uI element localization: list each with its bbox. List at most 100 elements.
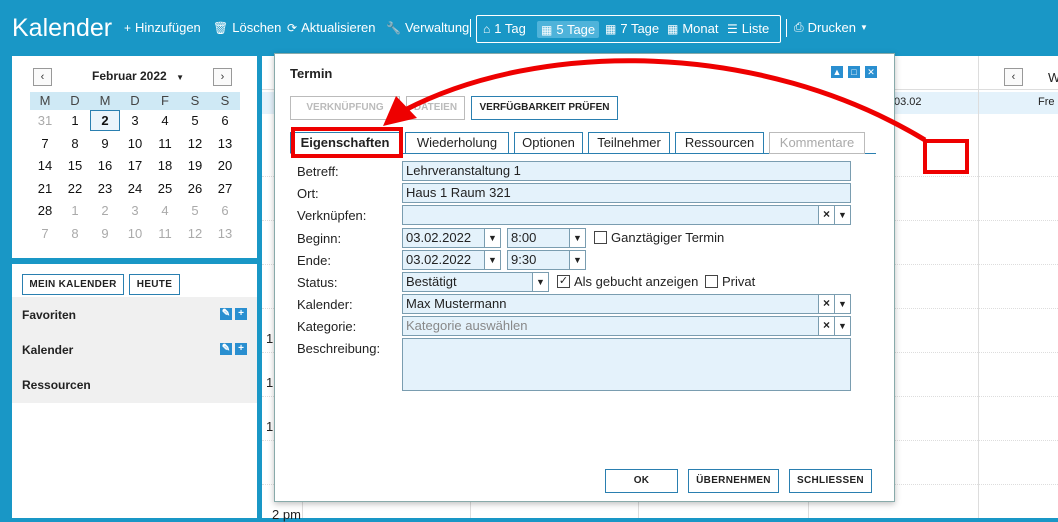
description-textarea[interactable] — [402, 338, 851, 391]
month-selector[interactable]: Februar 2022 ▼ — [92, 69, 184, 83]
day-cell[interactable]: 21 — [30, 178, 60, 201]
day-cell[interactable]: 10 — [120, 223, 150, 246]
day-cell[interactable]: 11 — [150, 223, 180, 246]
view-month-button[interactable]: ▦ Monat — [667, 21, 718, 36]
day-cell[interactable]: 7 — [30, 133, 60, 156]
tab-resources[interactable]: Ressourcen — [675, 132, 764, 154]
chevron-down-icon[interactable]: ▼ — [484, 229, 500, 247]
day-cell[interactable]: 5 — [180, 200, 210, 223]
print-button[interactable]: ⎙ Drucken ▼ — [794, 20, 868, 35]
link-button[interactable]: VERKNÜPFUNG — [290, 96, 400, 120]
start-date-input[interactable]: 03.02.2022 ▼ — [402, 228, 501, 248]
favorites-section[interactable]: Favoriten ✎ + — [12, 297, 257, 333]
day-cell[interactable]: 1 — [60, 200, 90, 223]
day-cell[interactable]: 14 — [30, 155, 60, 178]
day-cell[interactable]: 5 — [180, 110, 210, 133]
calendar-select[interactable]: Max Mustermann × ▼ — [402, 294, 851, 314]
clear-icon[interactable]: × — [818, 295, 834, 313]
close-button[interactable]: SCHLIESSEN — [789, 469, 872, 493]
apply-button[interactable]: ÜBERNEHMEN — [688, 469, 779, 493]
day-cell[interactable]: 2 — [90, 200, 120, 223]
add-button[interactable]: + Hinzufügen — [124, 20, 201, 35]
day-cell[interactable]: 4 — [150, 200, 180, 223]
view-1day-button[interactable]: ⌂ 1 Tag — [483, 21, 526, 36]
tab-comments[interactable]: Kommentare — [769, 132, 865, 154]
day-cell[interactable]: 3 — [120, 110, 150, 133]
day-cell-selected[interactable]: 2 — [90, 110, 120, 131]
day-cell[interactable]: 13 — [210, 133, 240, 156]
check-availability-button[interactable]: VERFÜGBARKEIT PRÜFEN — [471, 96, 618, 120]
chevron-down-icon[interactable]: ▼ — [532, 273, 548, 291]
view-5day-button[interactable]: ▦ 5 Tage — [537, 21, 600, 38]
chevron-down-icon[interactable]: ▼ — [484, 251, 500, 269]
clear-icon[interactable]: × — [818, 317, 834, 335]
day-cell[interactable]: 9 — [90, 133, 120, 156]
refresh-button[interactable]: ⟳ Aktualisieren — [287, 20, 376, 35]
day-cell[interactable]: 28 — [30, 200, 60, 223]
my-calendar-button[interactable]: MEIN KALENDER — [22, 274, 124, 295]
chevron-down-icon[interactable]: ▼ — [834, 317, 850, 335]
tab-recurrence[interactable]: Wiederholung — [405, 132, 509, 154]
status-select[interactable]: Bestätigt ▼ — [402, 272, 549, 292]
day-cell[interactable]: 31 — [30, 110, 60, 133]
next-month-button[interactable]: › — [213, 68, 232, 86]
day-cell[interactable]: 20 — [210, 155, 240, 178]
resources-section[interactable]: Ressourcen — [12, 367, 257, 403]
day-cell[interactable]: 6 — [210, 110, 240, 133]
chevron-down-icon[interactable]: ▼ — [569, 229, 585, 247]
view-list-button[interactable]: ☰ Liste — [727, 21, 769, 36]
day-cell[interactable]: 11 — [150, 133, 180, 156]
chevron-down-icon[interactable]: ▼ — [834, 295, 850, 313]
category-select[interactable]: Kategorie auswählen × ▼ — [402, 316, 851, 336]
prev-week-button[interactable]: ‹ — [1004, 68, 1023, 86]
day-cell[interactable]: 13 — [210, 223, 240, 246]
end-date-input[interactable]: 03.02.2022 ▼ — [402, 250, 501, 270]
day-cell[interactable]: 17 — [120, 155, 150, 178]
day-cell[interactable]: 6 — [210, 200, 240, 223]
subject-input[interactable]: Lehrveranstaltung 1 — [402, 161, 851, 181]
ok-button[interactable]: OK — [605, 469, 678, 493]
day-cell[interactable]: 8 — [60, 223, 90, 246]
day-cell[interactable]: 18 — [150, 155, 180, 178]
day-cell[interactable]: 19 — [180, 155, 210, 178]
plus-icon[interactable]: + — [235, 343, 247, 355]
day-cell[interactable]: 15 — [60, 155, 90, 178]
day-cell[interactable]: 25 — [150, 178, 180, 201]
admin-button[interactable]: 🔧 Verwaltung — [386, 20, 469, 35]
plus-icon[interactable]: + — [235, 308, 247, 320]
booked-checkbox[interactable]: ✓ — [557, 275, 570, 288]
day-cell[interactable]: 7 — [30, 223, 60, 246]
day-cell[interactable]: 3 — [120, 200, 150, 223]
day-cell[interactable]: 16 — [90, 155, 120, 178]
day-cell[interactable]: 27 — [210, 178, 240, 201]
view-7day-button[interactable]: ▦ 7 Tage — [605, 21, 659, 36]
day-cell[interactable]: 22 — [60, 178, 90, 201]
tab-participants[interactable]: Teilnehmer — [588, 132, 670, 154]
wrench-icon[interactable]: ✎ — [220, 308, 232, 320]
day-cell[interactable]: 23 — [90, 178, 120, 201]
calendars-section[interactable]: Kalender ✎ + — [12, 332, 257, 368]
delete-button[interactable]: 🗑 Löschen — [213, 20, 281, 35]
day-cell[interactable]: 12 — [180, 223, 210, 246]
prev-month-button[interactable]: ‹ — [33, 68, 52, 86]
chevron-down-icon[interactable]: ▼ — [569, 251, 585, 269]
day-cell[interactable]: 26 — [180, 178, 210, 201]
day-cell[interactable]: 9 — [90, 223, 120, 246]
day-cell[interactable]: 10 — [120, 133, 150, 156]
link-select[interactable]: × ▼ — [402, 205, 851, 225]
day-cell[interactable]: 4 — [150, 110, 180, 133]
day-cell[interactable]: 1 — [60, 110, 90, 133]
files-button[interactable]: DATEIEN — [406, 96, 465, 120]
day-cell[interactable]: 8 — [60, 133, 90, 156]
collapse-icon[interactable]: ▲ — [831, 66, 843, 78]
clear-icon[interactable]: × — [818, 206, 834, 224]
start-time-input[interactable]: 8:00 ▼ — [507, 228, 586, 248]
close-icon[interactable]: ✕ — [865, 66, 877, 78]
end-time-input[interactable]: 9:30 ▼ — [507, 250, 586, 270]
maximize-icon[interactable]: □ — [848, 66, 860, 78]
day-cell[interactable]: 24 — [120, 178, 150, 201]
allday-checkbox[interactable] — [594, 231, 607, 244]
private-checkbox[interactable] — [705, 275, 718, 288]
tab-options[interactable]: Optionen — [514, 132, 583, 154]
wrench-icon[interactable]: ✎ — [220, 343, 232, 355]
